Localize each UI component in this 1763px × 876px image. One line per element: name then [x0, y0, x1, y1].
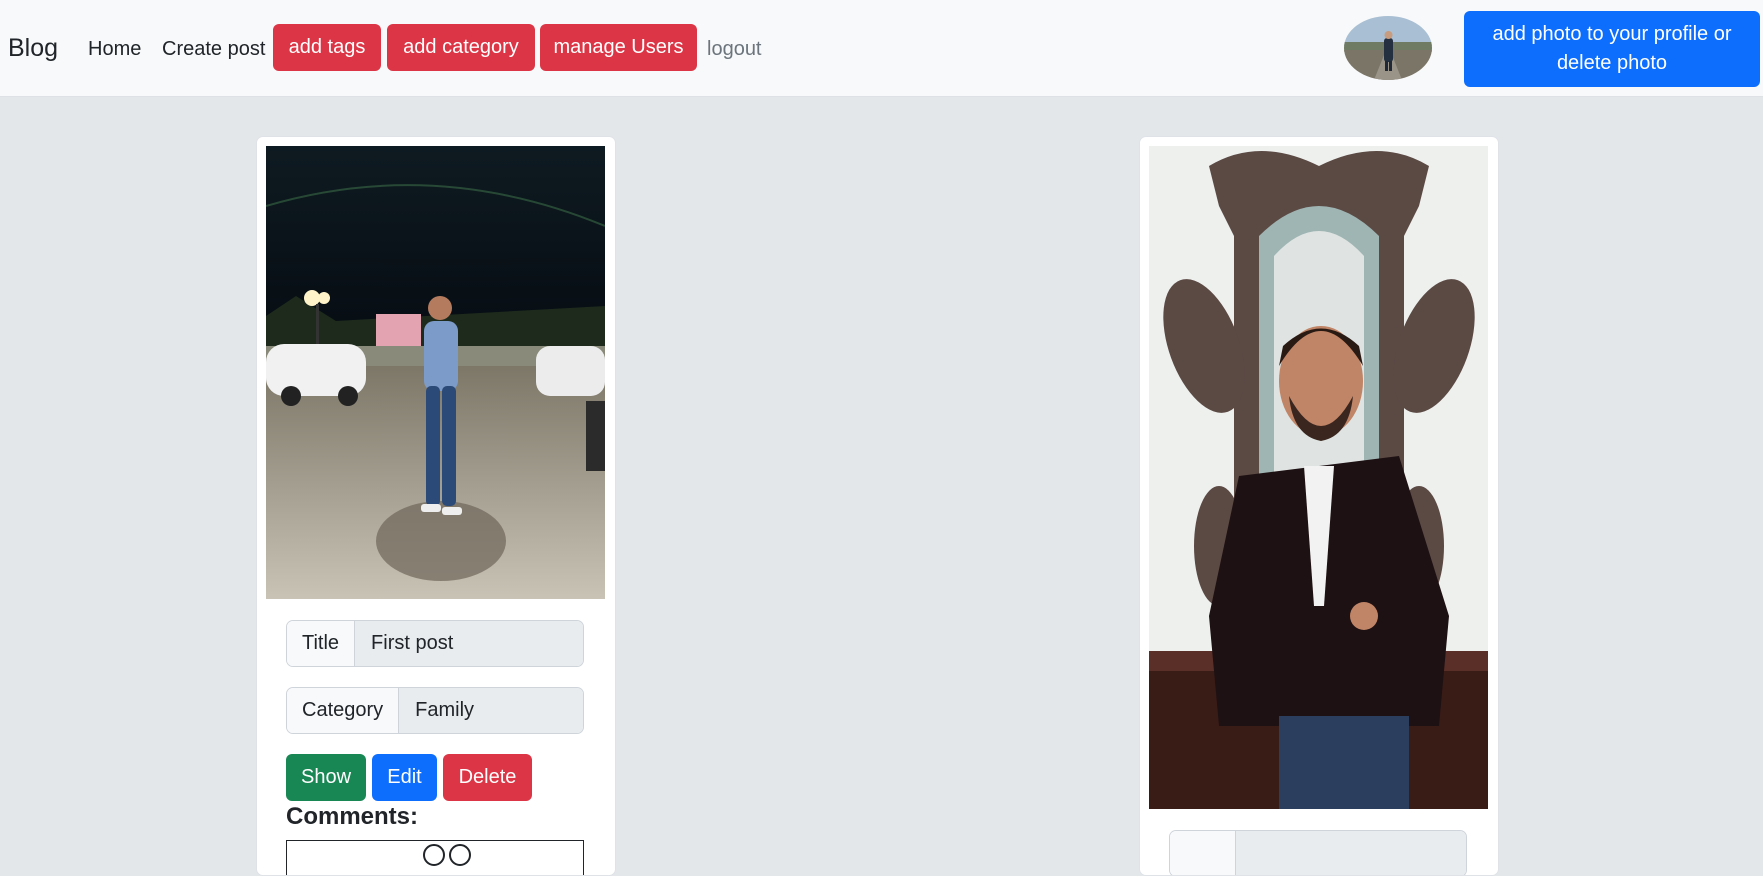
post-image [266, 146, 605, 599]
show-button[interactable]: Show [286, 754, 366, 801]
post-card [1139, 136, 1499, 876]
title-value [1236, 831, 1466, 875]
title-field [1169, 830, 1467, 875]
post-card: Title First post Category Family Show Ed… [256, 136, 616, 876]
category-field: Category Family [286, 687, 584, 734]
title-field: Title First post [286, 620, 584, 667]
avatar-photo [1344, 16, 1432, 80]
post-image [1149, 146, 1488, 809]
add-tags-button[interactable]: add tags [273, 24, 381, 71]
avatar[interactable] [1344, 16, 1432, 80]
nav-create-post-link[interactable]: Create post [162, 38, 265, 61]
logout-link[interactable]: logout [707, 38, 762, 61]
edit-button[interactable]: Edit [372, 754, 437, 801]
title-label [1170, 831, 1236, 875]
comment-box [286, 840, 584, 875]
navbar: Blog Home Create post add tags add categ… [0, 0, 1763, 97]
title-label: Title [287, 621, 356, 666]
comment-avatars [423, 844, 471, 866]
manage-users-button[interactable]: manage Users [540, 24, 697, 71]
nav-home-link[interactable]: Home [88, 38, 141, 61]
title-value: First post [355, 621, 583, 666]
category-value: Family [399, 688, 583, 733]
category-label: Category [287, 688, 400, 733]
comments-heading: Comments: [286, 803, 419, 830]
profile-photo-button[interactable]: add photo to your profile or delete phot… [1464, 11, 1760, 87]
brand[interactable]: Blog [8, 34, 58, 63]
add-category-button[interactable]: add category [387, 24, 535, 71]
delete-button[interactable]: Delete [443, 754, 532, 801]
